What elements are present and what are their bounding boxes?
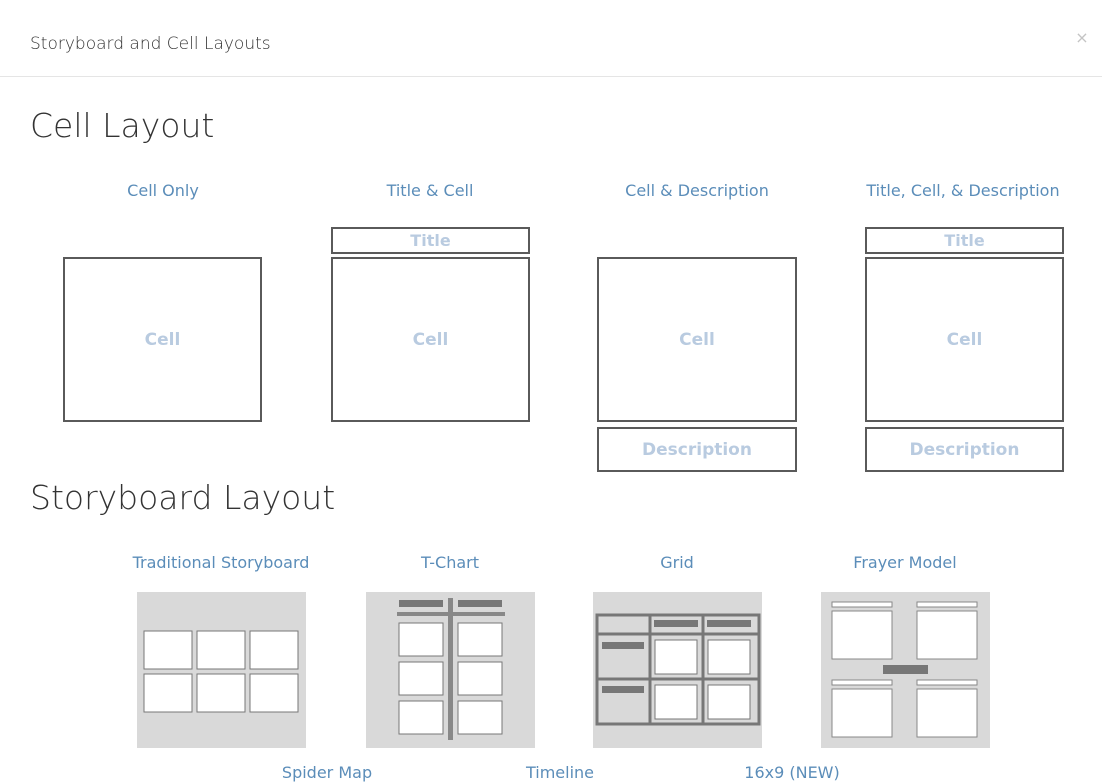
dialog-title: Storyboard and Cell Layouts: [30, 34, 271, 54]
title-and-cell-title-box[interactable]: Title: [331, 227, 530, 254]
cell-and-description-cell-box[interactable]: Cell: [597, 257, 797, 422]
grid-option-label[interactable]: Grid: [660, 553, 694, 572]
t-chart-option-label[interactable]: T-Chart: [421, 553, 479, 572]
cell-layout-heading: Cell Layout: [30, 106, 215, 145]
title-cell-description-cell-box[interactable]: Cell: [865, 257, 1064, 422]
cell-only-cell-box[interactable]: Cell: [63, 257, 262, 422]
frayer-model-diagram: [831, 601, 978, 738]
close-icon[interactable]: ×: [1074, 30, 1090, 46]
title-cell-description-title-box[interactable]: Title: [865, 227, 1064, 254]
grid-thumbnail[interactable]: [593, 592, 762, 748]
title-cell-description-option-label[interactable]: Title, Cell, & Description: [866, 181, 1059, 200]
traditional-storyboard-option-label[interactable]: Traditional Storyboard: [133, 553, 310, 572]
storyboard-layout-heading: Storyboard Layout: [30, 478, 336, 517]
title-and-cell-cell-box[interactable]: Cell: [331, 257, 530, 422]
frayer-model-option-label[interactable]: Frayer Model: [853, 553, 956, 572]
title-cell-description-description-box[interactable]: Description: [865, 427, 1064, 472]
timeline-option-label[interactable]: Timeline: [526, 763, 594, 782]
frayer-model-thumbnail[interactable]: [821, 592, 990, 748]
cell-and-description-option-label[interactable]: Cell & Description: [625, 181, 769, 200]
spider-map-option-label[interactable]: Spider Map: [282, 763, 372, 782]
t-chart-diagram: [397, 598, 505, 740]
cell-only-option-label[interactable]: Cell Only: [127, 181, 199, 200]
grid-diagram: [595, 613, 761, 726]
cell-and-description-description-box[interactable]: Description: [597, 427, 797, 472]
title-and-cell-option-label[interactable]: Title & Cell: [387, 181, 474, 200]
traditional-storyboard-diagram: [143, 630, 299, 713]
traditional-storyboard-thumbnail[interactable]: [137, 592, 306, 748]
t-chart-thumbnail[interactable]: [366, 592, 535, 748]
16x9-option-label[interactable]: 16x9 (NEW): [744, 763, 839, 782]
dialog-header: Storyboard and Cell Layouts ×: [0, 0, 1102, 77]
